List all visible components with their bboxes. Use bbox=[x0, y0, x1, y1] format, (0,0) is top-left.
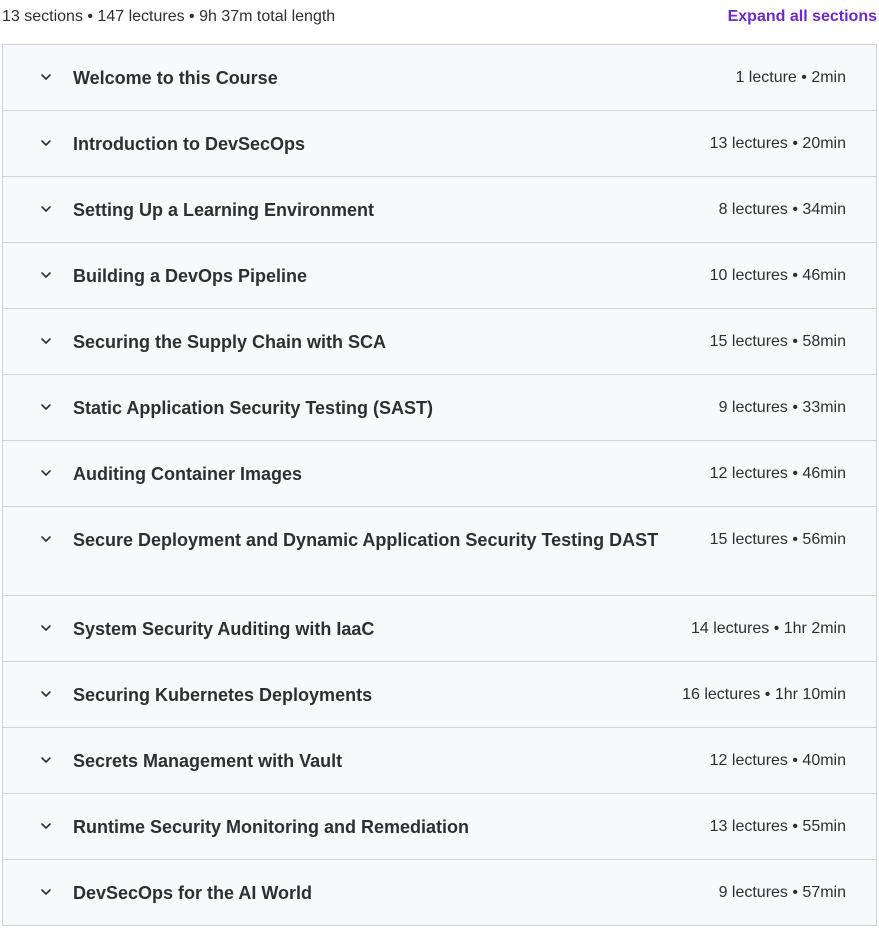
chevron-down-icon bbox=[38, 686, 54, 702]
chevron-down-icon bbox=[38, 399, 54, 415]
section-lecture-count: 12 lectures • 40min bbox=[709, 752, 846, 769]
section-title: Welcome to this Course bbox=[73, 68, 278, 88]
section-lecture-count: 1 lecture • 2min bbox=[735, 69, 846, 86]
section-title: Secure Deployment and Dynamic Applicatio… bbox=[73, 530, 659, 550]
section-header[interactable]: Welcome to this Course 1 lecture • 2min bbox=[3, 45, 876, 111]
section-lecture-count: 9 lectures • 57min bbox=[718, 884, 846, 901]
section-lecture-count: 12 lectures • 46min bbox=[709, 465, 846, 482]
section-title: DevSecOps for the AI World bbox=[73, 883, 313, 903]
section-title: System Security Auditing with IaaC bbox=[73, 619, 375, 639]
chevron-down-icon bbox=[38, 531, 54, 547]
section-lecture-count: 13 lectures • 55min bbox=[709, 818, 846, 835]
chevron-down-icon bbox=[38, 818, 54, 834]
section-title: Secrets Management with Vault bbox=[73, 751, 343, 771]
section-header[interactable]: Introduction to DevSecOps 13 lectures • … bbox=[3, 111, 876, 177]
chevron-down-icon bbox=[38, 333, 54, 349]
section-lecture-count: 16 lectures • 1hr 10min bbox=[682, 686, 846, 703]
section-header[interactable]: Securing the Supply Chain with SCA 15 le… bbox=[3, 309, 876, 375]
section-header[interactable]: Secure Deployment and Dynamic Applicatio… bbox=[3, 507, 876, 596]
chevron-down-icon bbox=[38, 620, 54, 636]
section-header[interactable]: Auditing Container Images 12 lectures • … bbox=[3, 441, 876, 507]
chevron-down-icon bbox=[38, 465, 54, 481]
chevron-down-icon bbox=[38, 201, 54, 217]
chevron-down-icon bbox=[38, 69, 54, 85]
section-title: Setting Up a Learning Environment bbox=[73, 200, 375, 220]
section-lecture-count: 10 lectures • 46min bbox=[709, 267, 846, 284]
chevron-down-icon bbox=[38, 752, 54, 768]
section-title: Securing the Supply Chain with SCA bbox=[73, 332, 387, 352]
section-title: Building a DevOps Pipeline bbox=[73, 266, 308, 286]
chevron-down-icon bbox=[38, 135, 54, 151]
section-lecture-count: 15 lectures • 58min bbox=[709, 333, 846, 350]
section-title: Securing Kubernetes Deployments bbox=[73, 685, 373, 705]
section-header[interactable]: Building a DevOps Pipeline 10 lectures •… bbox=[3, 243, 876, 309]
section-header[interactable]: System Security Auditing with IaaC 14 le… bbox=[3, 596, 876, 662]
section-lecture-count: 13 lectures • 20min bbox=[709, 135, 846, 152]
section-header[interactable]: Runtime Security Monitoring and Remediat… bbox=[3, 794, 876, 860]
expand-all-sections-button[interactable]: Expand all sections bbox=[728, 8, 877, 26]
curriculum-section-list: Welcome to this Course 1 lecture • 2min … bbox=[2, 44, 877, 926]
section-title: Runtime Security Monitoring and Remediat… bbox=[73, 817, 470, 837]
section-header[interactable]: Securing Kubernetes Deployments 16 lectu… bbox=[3, 662, 876, 728]
chevron-down-icon bbox=[38, 884, 54, 900]
section-title: Auditing Container Images bbox=[73, 464, 303, 484]
section-header[interactable]: Setting Up a Learning Environment 8 lect… bbox=[3, 177, 876, 243]
section-header[interactable]: DevSecOps for the AI World 9 lectures • … bbox=[3, 860, 876, 926]
section-lecture-count: 8 lectures • 34min bbox=[718, 201, 846, 218]
chevron-down-icon bbox=[38, 267, 54, 283]
section-header[interactable]: Secrets Management with Vault 12 lecture… bbox=[3, 728, 876, 794]
section-lecture-count: 15 lectures • 56min bbox=[709, 531, 846, 548]
section-header[interactable]: Static Application Security Testing (SAS… bbox=[3, 375, 876, 441]
section-lecture-count: 14 lectures • 1hr 2min bbox=[690, 620, 846, 637]
section-lecture-count: 9 lectures • 33min bbox=[718, 399, 846, 416]
curriculum-summary-bar: 13 sections • 147 lectures • 9h 37m tota… bbox=[0, 0, 879, 38]
section-title: Introduction to DevSecOps bbox=[73, 134, 306, 154]
curriculum-summary-text: 13 sections • 147 lectures • 9h 37m tota… bbox=[2, 8, 336, 25]
section-title: Static Application Security Testing (SAS… bbox=[73, 398, 434, 418]
